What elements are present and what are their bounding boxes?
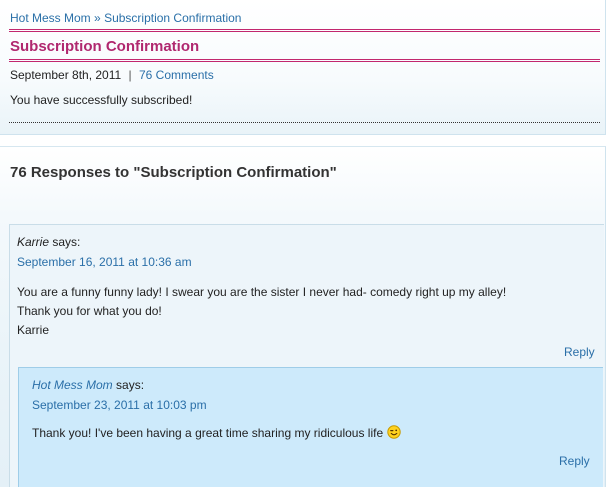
- comment-date-link[interactable]: September 16, 2011 at 10:36 am: [17, 255, 192, 269]
- title-underline-bottom: [9, 61, 600, 62]
- title-rule-bottom: [9, 31, 600, 32]
- comment-author-line: Karrie says:: [17, 235, 80, 249]
- meta-divider: |: [128, 68, 132, 82]
- page: Hot Mess Mom » Subscription Confirmation…: [0, 0, 607, 487]
- comment-line: Thank you for what you do!: [17, 304, 162, 318]
- comment-text: You are a funny funny lady! I swear you …: [17, 283, 506, 340]
- comments-count-link[interactable]: 76 Comments: [139, 68, 214, 82]
- title-rule-top: [9, 29, 600, 30]
- smiley-wink-icon: [387, 425, 401, 445]
- reply-date-link[interactable]: September 23, 2011 at 10:03 pm: [32, 398, 207, 412]
- comment: Karrie says: September 16, 2011 at 10:36…: [9, 224, 604, 487]
- reply-author-line: Hot Mess Mom says:: [32, 378, 144, 392]
- reply-reply-button[interactable]: Reply: [559, 454, 590, 468]
- title-underline-top: [9, 59, 600, 60]
- comment-line: You are a funny funny lady! I swear you …: [17, 285, 507, 299]
- breadcrumb: Hot Mess Mom » Subscription Confirmation: [10, 11, 241, 25]
- reply-button[interactable]: Reply: [564, 345, 595, 359]
- post-divider: [9, 122, 600, 123]
- post-date: September 8th, 2011: [10, 68, 122, 82]
- breadcrumb-home-link[interactable]: Hot Mess Mom: [10, 11, 91, 25]
- comment-author: Karrie: [17, 235, 50, 249]
- responses-heading: 76 Responses to "Subscription Confirmati…: [10, 164, 337, 181]
- reply-author-link[interactable]: Hot Mess Mom: [32, 378, 113, 392]
- reply-comment: Hot Mess Mom says: September 23, 2011 at…: [18, 367, 603, 487]
- post-meta: September 8th, 2011 | 76 Comments: [10, 68, 214, 82]
- comment-line: Karrie: [17, 323, 50, 337]
- comment-says: says:: [52, 235, 81, 249]
- breadcrumb-current-link[interactable]: Subscription Confirmation: [104, 11, 241, 25]
- reply-says: says:: [116, 378, 145, 392]
- reply-text-row: Thank you! I've been having a great time…: [32, 424, 401, 445]
- reply-text: Thank you! I've been having a great time…: [32, 426, 384, 440]
- post-panel: Hot Mess Mom » Subscription Confirmation…: [0, 0, 606, 135]
- breadcrumb-separator: »: [94, 11, 101, 25]
- post-body: You have successfully subscribed!: [10, 93, 193, 107]
- post-title: Subscription Confirmation: [10, 38, 200, 55]
- responses-panel: 76 Responses to "Subscription Confirmati…: [0, 146, 606, 487]
